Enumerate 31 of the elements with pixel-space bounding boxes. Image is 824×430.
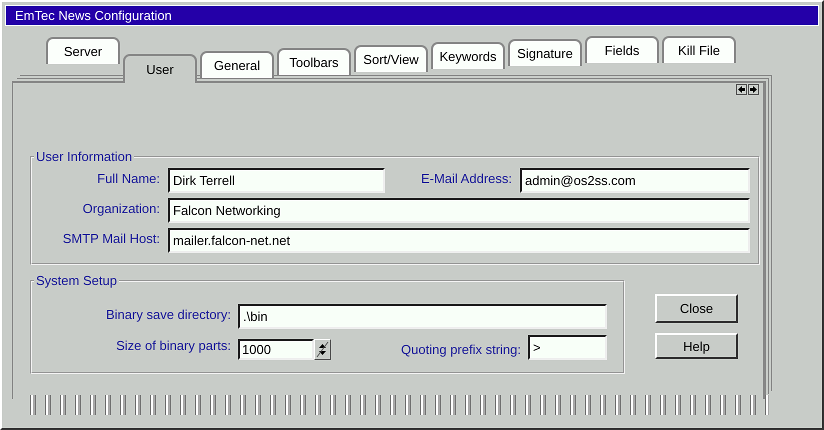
spin-button[interactable] (314, 339, 331, 360)
input-field[interactable]: Falcon Networking (168, 198, 750, 223)
input-field[interactable]: Dirk Terrell (168, 168, 385, 193)
field-label: Quoting prefix string: (400, 341, 522, 359)
input-field[interactable]: mailer.falcon-net.net (168, 228, 750, 253)
number-field[interactable]: 1000 (238, 339, 314, 360)
right-arrow-icon[interactable] (748, 84, 759, 95)
input-field[interactable]: .\bin (238, 304, 607, 329)
tab[interactable]: Sort/View (354, 45, 428, 72)
tab[interactable]: Kill File (662, 36, 736, 63)
field-label: Binary save directory: (105, 306, 232, 324)
input-field[interactable]: admin@os2ss.com (520, 168, 750, 193)
dialog-button[interactable]: Help (655, 333, 738, 359)
dialog-button[interactable]: Close (655, 294, 738, 323)
tab[interactable]: General (200, 51, 274, 78)
field-label: Organization: (82, 200, 161, 218)
tab[interactable]: Toolbars (277, 48, 351, 75)
tab[interactable]: Signature (508, 39, 582, 66)
left-arrow-icon[interactable] (736, 84, 747, 95)
field-label: E-Mail Address: (420, 170, 513, 188)
tab[interactable]: User (123, 54, 197, 83)
window-title: EmTec News Configuration (5, 5, 819, 26)
group-title: User Information (35, 149, 134, 164)
tab[interactable]: Keywords (431, 42, 505, 69)
group-title: System Setup (35, 273, 118, 288)
tab[interactable]: Server (46, 37, 120, 64)
field-label: SMTP Mail Host: (62, 230, 161, 248)
tab[interactable]: Fields (585, 36, 659, 63)
field-label: Full Name: (96, 170, 161, 188)
input-field[interactable]: > (528, 335, 607, 360)
field-label: Size of binary parts: (115, 337, 232, 355)
